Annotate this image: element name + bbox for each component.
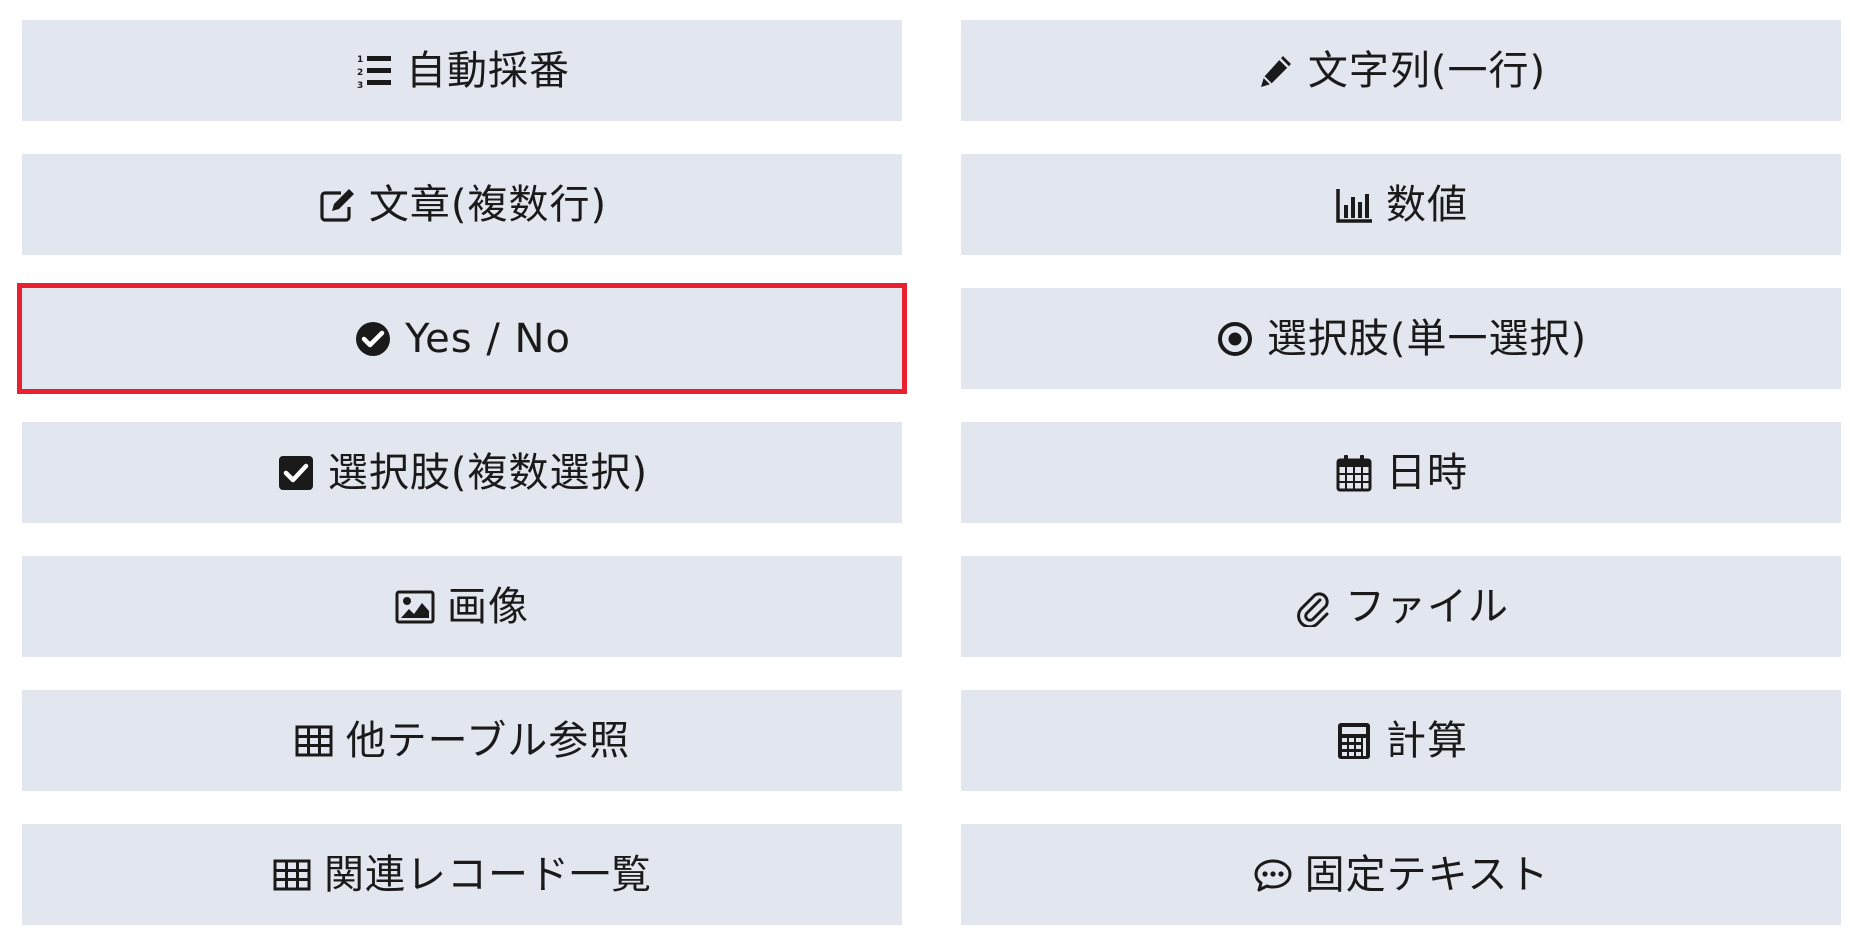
- check-square-icon: [276, 453, 316, 493]
- field-type-calculation-button[interactable]: 計算: [961, 690, 1841, 791]
- button-content: 固定テキスト: [1253, 855, 1550, 895]
- button-content: 文字列(一行): [1256, 51, 1546, 91]
- button-label: 関連レコード一覧: [324, 851, 652, 898]
- button-label: 計算: [1386, 717, 1468, 764]
- field-type-related-records-button[interactable]: 関連レコード一覧: [22, 824, 902, 925]
- field-type-single-choice-button[interactable]: 選択肢(単一選択): [961, 288, 1841, 389]
- button-label: 文章(複数行): [368, 181, 608, 228]
- paperclip-icon: [1293, 587, 1333, 627]
- button-content: 選択肢(単一選択): [1215, 319, 1587, 359]
- speech-bubble-icon: [1253, 855, 1293, 895]
- radio-dot-icon: [1215, 319, 1255, 359]
- button-content: 1 2 3 自動採番: [354, 51, 570, 91]
- field-type-grid: 1 2 3 自動採番 文字列(一行) 文章(複数行) 数値 Yes / No 選…: [0, 0, 1850, 944]
- button-content: Yes / No: [353, 319, 571, 359]
- button-label: 他テーブル参照: [345, 717, 631, 764]
- field-type-yes-no-button[interactable]: Yes / No: [17, 283, 907, 394]
- button-label: 数値: [1386, 181, 1468, 228]
- check-circle-icon: [353, 319, 393, 359]
- button-label: 固定テキスト: [1304, 851, 1550, 898]
- calendar-icon: [1334, 453, 1374, 493]
- button-label: ファイル: [1345, 583, 1509, 630]
- calculator-icon: [1334, 721, 1374, 761]
- button-label: 画像: [447, 583, 529, 630]
- svg-text:2: 2: [357, 68, 363, 78]
- button-label: 日時: [1386, 449, 1468, 496]
- field-type-image-button[interactable]: 画像: [22, 556, 902, 657]
- button-content: ファイル: [1293, 587, 1509, 627]
- button-label: 文字列(一行): [1307, 47, 1547, 94]
- field-type-text-multiline-button[interactable]: 文章(複数行): [22, 154, 902, 255]
- table-icon: [272, 855, 312, 895]
- pencil-icon: [1256, 51, 1296, 91]
- button-content: 関連レコード一覧: [272, 855, 652, 895]
- field-type-number-button[interactable]: 数値: [961, 154, 1841, 255]
- field-type-datetime-button[interactable]: 日時: [961, 422, 1841, 523]
- button-label: Yes / No: [405, 315, 571, 362]
- image-icon: [395, 587, 435, 627]
- svg-text:1: 1: [357, 55, 363, 65]
- button-content: 日時: [1334, 453, 1468, 493]
- field-type-auto-number-button[interactable]: 1 2 3 自動採番: [22, 20, 902, 121]
- button-label: 自動採番: [406, 47, 570, 94]
- bar-chart-icon: [1334, 185, 1374, 225]
- field-type-multiple-choice-button[interactable]: 選択肢(複数選択): [22, 422, 902, 523]
- button-content: 画像: [395, 587, 529, 627]
- svg-text:3: 3: [357, 81, 363, 91]
- button-label: 選択肢(単一選択): [1266, 315, 1588, 362]
- field-type-fixed-text-button[interactable]: 固定テキスト: [961, 824, 1841, 925]
- button-content: 数値: [1334, 185, 1468, 225]
- field-type-file-button[interactable]: ファイル: [961, 556, 1841, 657]
- edit-square-icon: [317, 185, 357, 225]
- field-type-text-single-line-button[interactable]: 文字列(一行): [961, 20, 1841, 121]
- button-content: 選択肢(複数選択): [276, 453, 648, 493]
- button-content: 文章(複数行): [317, 185, 607, 225]
- button-label: 選択肢(複数選択): [327, 449, 649, 496]
- button-content: 他テーブル参照: [294, 721, 631, 761]
- table-icon: [294, 721, 334, 761]
- button-content: 計算: [1334, 721, 1468, 761]
- field-type-table-reference-button[interactable]: 他テーブル参照: [22, 690, 902, 791]
- numbered-list-icon: 1 2 3: [354, 51, 394, 91]
